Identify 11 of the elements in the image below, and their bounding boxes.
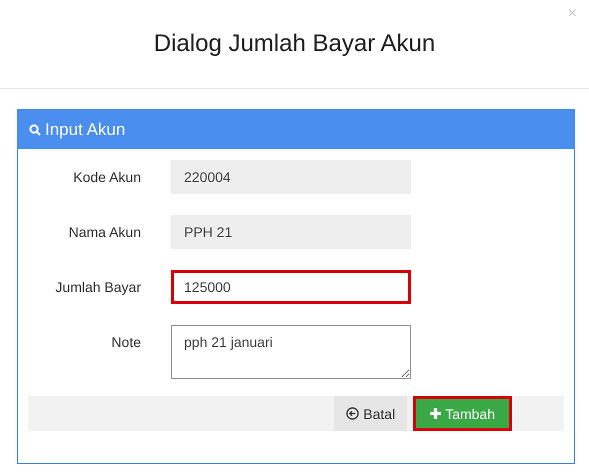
dialog-title: Dialog Jumlah Bayar Akun bbox=[154, 30, 436, 58]
field-label: Nama Akun bbox=[68, 223, 141, 240]
field-label: Note bbox=[110, 333, 141, 350]
search-icon bbox=[29, 124, 41, 136]
cancel-button[interactable]: Batal bbox=[334, 396, 408, 431]
plus-icon bbox=[430, 408, 442, 419]
input-field[interactable]: 125000 bbox=[171, 270, 411, 304]
field-label: Kode Akun bbox=[72, 168, 141, 185]
note-field[interactable]: pph 21 januari bbox=[171, 325, 411, 379]
field-label: Jumlah Bayar bbox=[54, 278, 141, 295]
panel-title: Input Akun bbox=[45, 120, 126, 140]
